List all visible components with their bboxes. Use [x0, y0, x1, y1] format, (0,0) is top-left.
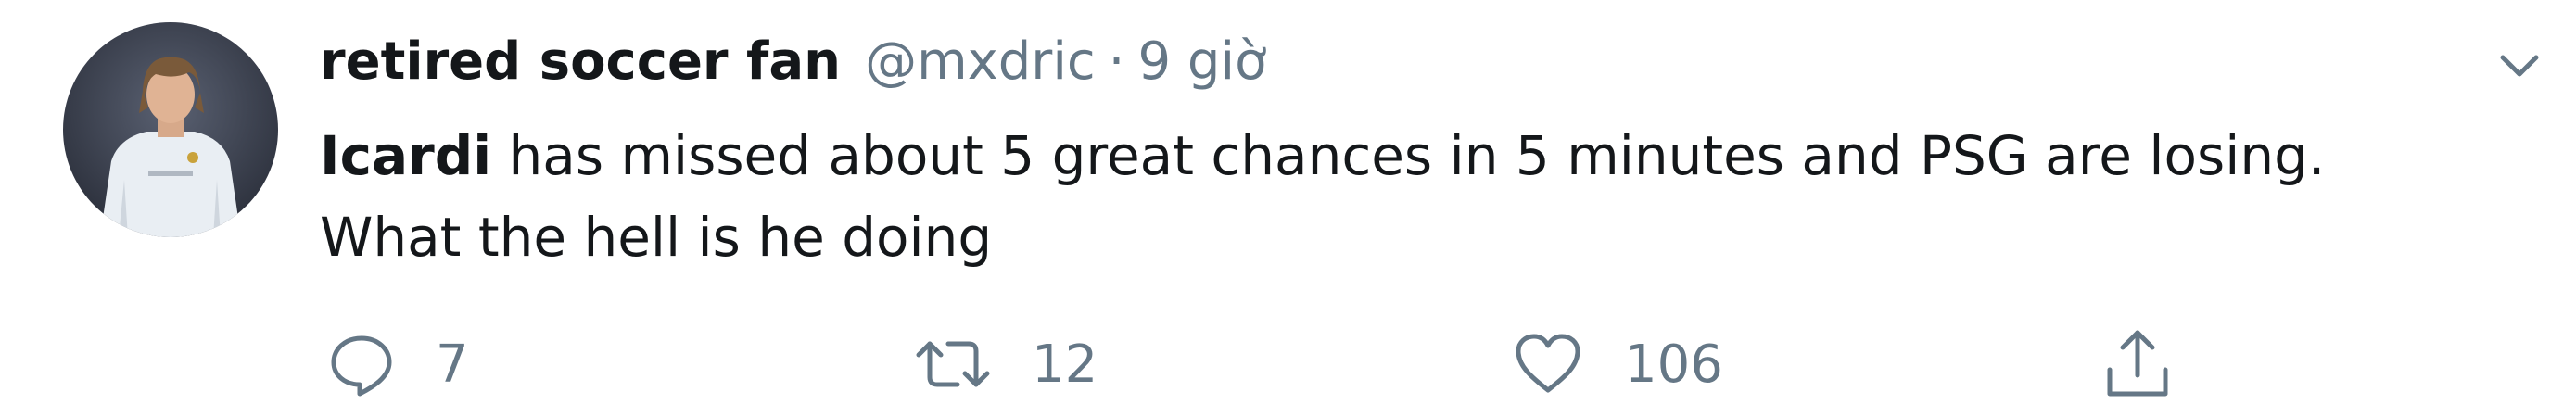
- reply-count: 7: [436, 334, 469, 395]
- retweet-count: 12: [1032, 334, 1098, 395]
- retweet-button[interactable]: 12: [913, 322, 1098, 406]
- user-handle[interactable]: @mxdric: [865, 32, 1096, 92]
- timestamp[interactable]: 9 giờ: [1137, 32, 1266, 92]
- reply-button[interactable]: 7: [326, 322, 469, 406]
- share-icon: [2102, 327, 2173, 401]
- retweet-icon: [913, 329, 993, 399]
- display-name[interactable]: retired soccer fan: [320, 32, 841, 92]
- tweet[interactable]: retired soccer fan @mxdric · 9 giờ Icard…: [0, 0, 2576, 417]
- reply-icon: [326, 329, 397, 399]
- tweet-text: Icardi has missed about 5 great chances …: [320, 115, 2489, 278]
- tweet-header: retired soccer fan @mxdric · 9 giờ: [320, 24, 1266, 98]
- mention-link[interactable]: Icardi: [320, 124, 491, 187]
- user-avatar-photo: [63, 22, 278, 237]
- share-button[interactable]: [2102, 322, 2173, 406]
- tweet-text-line-2: What the hell is he doing: [320, 206, 993, 269]
- tweet-text-rest: has missed about 5 great chances in 5 mi…: [491, 124, 2326, 187]
- chevron-down-icon[interactable]: [2494, 39, 2545, 91]
- tweet-text-line-1: Icardi has missed about 5 great chances …: [320, 115, 2489, 196]
- like-button[interactable]: 106: [1511, 322, 1723, 406]
- separator-dot: ·: [1108, 31, 1125, 92]
- heart-icon: [1511, 329, 1585, 399]
- like-count: 106: [1624, 334, 1723, 395]
- avatar[interactable]: [63, 22, 278, 237]
